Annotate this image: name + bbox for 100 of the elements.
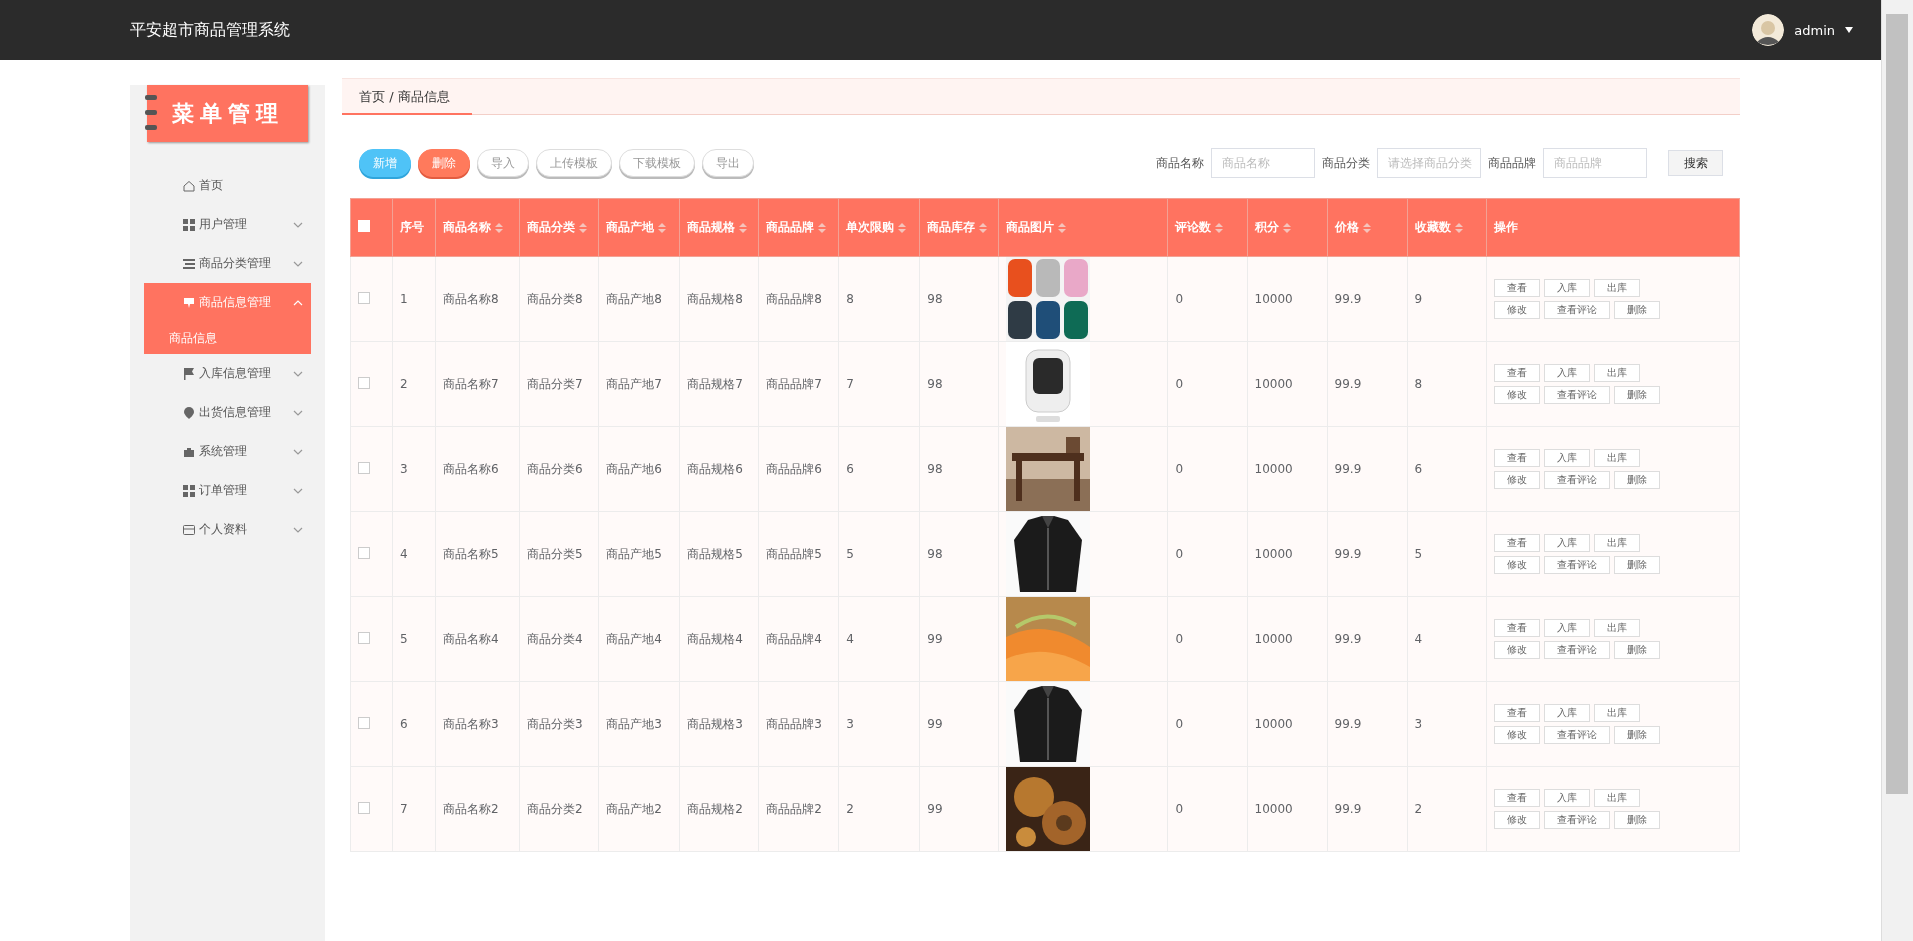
action-button[interactable]: 入库 (1543, 364, 1590, 382)
action-button[interactable]: 查看 (1493, 704, 1540, 722)
table-cell: 2 (838, 766, 920, 852)
action-button[interactable]: 修改 (1493, 556, 1540, 574)
action-button[interactable]: 查看评论 (1543, 726, 1610, 744)
sort-icon[interactable] (1454, 222, 1463, 233)
menu-item[interactable]: 首页 (130, 166, 325, 205)
table-cell: 4 (838, 596, 920, 682)
checkbox[interactable] (358, 546, 370, 559)
action-button[interactable]: 查看评论 (1543, 556, 1610, 574)
table-cell: 商品分类5 (519, 511, 599, 597)
filter-label: 商品名称 (1156, 154, 1204, 172)
sort-icon[interactable] (818, 222, 827, 233)
menu-item[interactable]: 用户管理 (130, 205, 325, 244)
action-button[interactable]: 出库 (1593, 619, 1640, 637)
checkbox[interactable] (358, 801, 370, 814)
search-field[interactable]: 商品名称 (1211, 148, 1315, 178)
table-cell: 8 (838, 256, 920, 342)
action-button[interactable]: 入库 (1543, 789, 1590, 807)
sort-icon[interactable] (1215, 222, 1224, 233)
action-button[interactable]: 查看评论 (1543, 641, 1610, 659)
sort-icon[interactable] (979, 222, 988, 233)
action-button[interactable]: 修改 (1493, 471, 1540, 489)
action-button[interactable]: 出库 (1593, 534, 1640, 552)
menu-item[interactable]: 商品分类管理 (130, 244, 325, 283)
sort-icon[interactable] (495, 222, 504, 233)
action-button[interactable]: 修改 (1493, 301, 1540, 319)
action-button[interactable]: 查看评论 (1543, 386, 1610, 404)
action-button[interactable]: 修改 (1493, 811, 1540, 829)
action-button[interactable]: 出库 (1593, 789, 1640, 807)
action-button[interactable]: 入库 (1543, 619, 1590, 637)
checkbox[interactable] (358, 631, 370, 644)
action-button[interactable]: 入库 (1543, 279, 1590, 297)
action-button[interactable]: 出库 (1593, 364, 1640, 382)
sort-icon[interactable] (658, 222, 667, 233)
checkbox[interactable] (358, 376, 370, 389)
search-button[interactable]: 搜索 (1668, 150, 1723, 176)
checkbox[interactable] (358, 716, 370, 729)
action-button[interactable]: 修改 (1493, 726, 1540, 744)
caret-icon[interactable] (1845, 27, 1853, 33)
sort-icon[interactable] (579, 222, 588, 233)
table-cell: 6 (838, 426, 920, 512)
action-button[interactable]: 删除 (1613, 556, 1660, 574)
scrollbar-thumb[interactable] (1886, 14, 1908, 794)
scrollbar[interactable] (1881, 0, 1913, 941)
user-name[interactable]: admin (1794, 22, 1835, 38)
action-button[interactable]: 查看 (1493, 364, 1540, 382)
table-cell: 商品产地7 (598, 341, 680, 427)
sort-icon[interactable] (739, 222, 748, 233)
checkbox[interactable] (358, 461, 370, 474)
table-cell: 5 (838, 511, 920, 597)
action-button[interactable]: 查看评论 (1543, 471, 1610, 489)
table-cell: 10000 (1247, 256, 1328, 342)
menu-item[interactable]: 订单管理 (130, 471, 325, 510)
action-button[interactable]: 查看评论 (1543, 301, 1610, 319)
action-button[interactable]: 入库 (1543, 449, 1590, 467)
avatar[interactable] (1752, 14, 1785, 46)
action-button[interactable]: 删除 (1613, 811, 1660, 829)
sort-icon[interactable] (898, 222, 907, 233)
action-button[interactable]: 入库 (1543, 534, 1590, 552)
table-cell: 10000 (1247, 596, 1328, 682)
menu-item[interactable]: 个人资料 (130, 510, 325, 549)
home-icon (183, 179, 195, 192)
action-button[interactable]: 修改 (1493, 641, 1540, 659)
action-button[interactable]: 查看 (1493, 789, 1540, 807)
action-button[interactable]: 查看 (1493, 534, 1540, 552)
action-button[interactable]: 查看 (1493, 619, 1540, 637)
checkbox[interactable] (358, 291, 370, 304)
action-button[interactable]: 删除 (1613, 726, 1660, 744)
action-button[interactable]: 查看评论 (1543, 811, 1610, 829)
table-cell: 5 (392, 596, 436, 682)
action-button[interactable]: 删除 (1613, 301, 1660, 319)
menu-item[interactable]: 系统管理 (130, 432, 325, 471)
breadcrumb[interactable]: 首页 / 商品信息 (342, 87, 450, 106)
table-cell: 商品名称7 (435, 341, 520, 427)
chevron-down-icon (293, 260, 303, 267)
sort-icon[interactable] (1058, 222, 1067, 233)
action-button[interactable]: 删除 (1613, 641, 1660, 659)
action-button[interactable]: 删除 (1613, 471, 1660, 489)
action-button[interactable]: 出库 (1593, 449, 1640, 467)
action-button[interactable]: 删除 (1613, 386, 1660, 404)
table-cell: 6 (392, 681, 436, 767)
action-button[interactable]: 出库 (1593, 279, 1640, 297)
menu-item[interactable]: 出货信息管理 (130, 393, 325, 432)
search-field[interactable]: 商品品牌 (1543, 148, 1647, 178)
action-button[interactable]: 入库 (1543, 704, 1590, 722)
binder-rings-icon (145, 93, 157, 133)
action-button[interactable]: 查看 (1493, 279, 1540, 297)
table-cell: 商品规格4 (679, 596, 759, 682)
sort-icon[interactable] (1362, 222, 1371, 233)
table-cell: 9 (1407, 256, 1487, 342)
table-cell: 商品分类7 (519, 341, 599, 427)
table-cell: 商品规格8 (679, 256, 759, 342)
sort-icon[interactable] (1282, 222, 1291, 233)
action-button[interactable]: 出库 (1593, 704, 1640, 722)
action-button[interactable]: 修改 (1493, 386, 1540, 404)
table-cell: 3 (838, 681, 920, 767)
chevron-down-icon (293, 526, 303, 533)
menu-item[interactable]: 入库信息管理 (130, 354, 325, 393)
action-button[interactable]: 查看 (1493, 449, 1540, 467)
